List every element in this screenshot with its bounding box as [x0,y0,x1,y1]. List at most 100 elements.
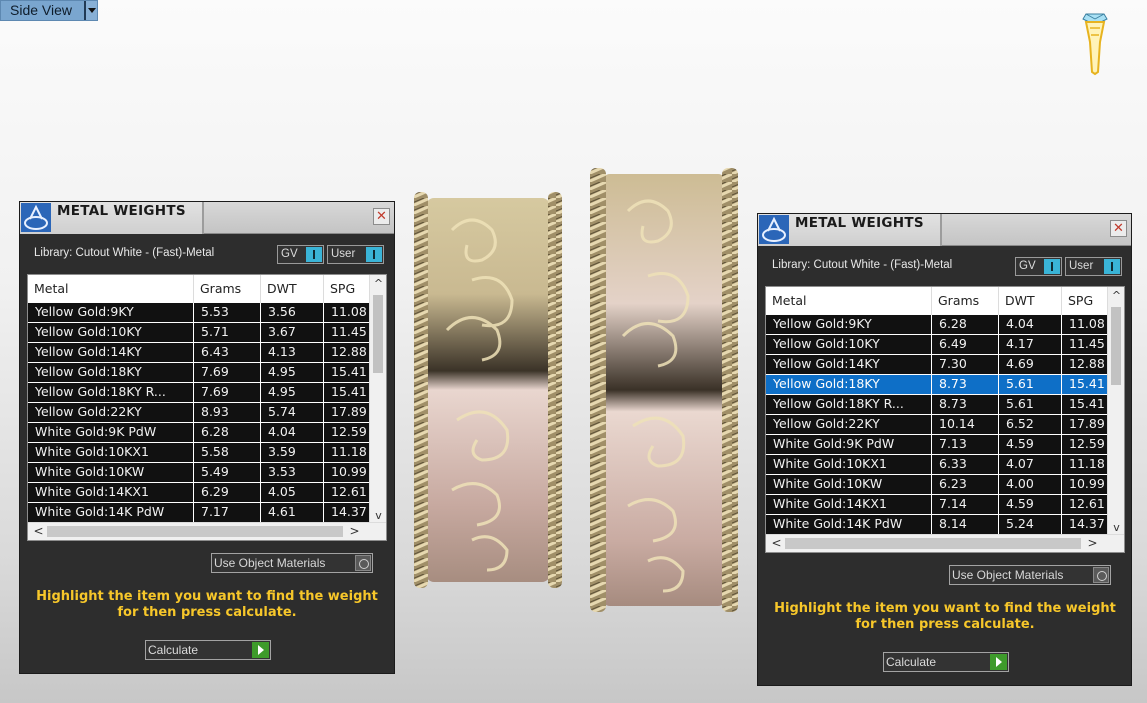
table-row[interactable]: Yellow Gold:10KY 6.49 4.17 11.45 [766,335,1108,355]
cell-grams: 7.13 [932,435,999,454]
cell-spg: 11.18 [324,443,370,462]
table-row[interactable]: Yellow Gold:22KY 8.93 5.74 17.89 [28,403,370,423]
table-row[interactable]: White Gold:10KX1 5.58 3.59 11.18 [28,443,370,463]
table-row[interactable]: Yellow Gold:9KY 6.28 4.04 11.08 [766,315,1108,335]
cell-spg: 12.61 [324,483,370,502]
cell-grams: 6.23 [932,475,999,494]
panel-titlebar[interactable]: METAL WEIGHTS ✕ [20,202,394,234]
horizontal-scrollbar[interactable]: < > [28,522,386,540]
user-toggle-label: User [1069,260,1094,272]
cell-spg: 12.88 [324,343,370,362]
radio-icon[interactable] [355,555,371,571]
table-row[interactable]: White Gold:10KW 6.23 4.00 10.99 [766,475,1108,495]
gv-toggle[interactable]: GV [277,245,324,264]
scroll-left-icon[interactable]: < [768,535,785,552]
gv-toggle[interactable]: GV [1015,257,1062,276]
cell-dwt: 5.61 [999,375,1062,394]
table-row[interactable]: White Gold:14K PdW 7.17 4.61 14.37 [28,503,370,523]
cell-metal: Yellow Gold:18KY R... [28,383,194,402]
scroll-thumb[interactable] [373,295,383,373]
gem-setting-icon[interactable] [1080,8,1110,76]
table-row[interactable]: White Gold:14KX1 7.14 4.59 12.61 [766,495,1108,515]
table-row[interactable]: Yellow Gold:14KY 6.43 4.13 12.88 [28,343,370,363]
user-toggle[interactable]: User [327,245,384,264]
table-row[interactable]: White Gold:10KX1 6.33 4.07 11.18 [766,455,1108,475]
table-row[interactable]: Yellow Gold:14KY 7.30 4.69 12.88 [766,355,1108,375]
table-row[interactable]: White Gold:9K PdW 7.13 4.59 12.59 [766,435,1108,455]
column-header-grams[interactable]: Grams [932,287,999,315]
table-row[interactable]: Yellow Gold:18KY R... 7.69 4.95 15.41 [28,383,370,403]
cell-metal: Yellow Gold:22KY [766,415,932,434]
cell-dwt: 3.56 [261,303,324,322]
cell-grams: 8.93 [194,403,261,422]
column-header-dwt[interactable]: DWT [999,287,1062,315]
table-row[interactable]: Yellow Gold:18KY 7.69 4.95 15.41 [28,363,370,383]
table-row[interactable]: Yellow Gold:9KY 5.53 3.56 11.08 [28,303,370,323]
chevron-down-icon[interactable] [84,1,97,20]
panel-title-tab: METAL WEIGHTS [758,214,942,246]
calculate-label: Calculate [886,655,937,669]
toggle-indicator-icon [366,247,382,262]
panel-titlebar[interactable]: METAL WEIGHTS ✕ [758,214,1131,246]
calculate-button[interactable]: Calculate [145,640,271,660]
scroll-up-icon[interactable]: ^ [370,275,386,292]
table-header: Metal Grams DWT SPG [766,287,1108,315]
user-toggle[interactable]: User [1065,257,1122,276]
close-icon[interactable]: ✕ [1110,220,1127,237]
cell-spg: 15.41 [324,363,370,382]
horizontal-scrollbar[interactable]: < > [766,534,1124,552]
panel-title: METAL WEIGHTS [795,215,924,231]
user-toggle-label: User [331,248,356,260]
table-row[interactable]: White Gold:14KX1 6.29 4.05 12.61 [28,483,370,503]
calculate-button[interactable]: Calculate [883,652,1009,672]
column-header-spg[interactable]: SPG [1062,287,1108,315]
table-row[interactable]: Yellow Gold:18KY R... 8.73 5.61 15.41 [766,395,1108,415]
radio-icon[interactable] [1093,567,1109,583]
table-rows: Yellow Gold:9KY 6.28 4.04 11.08 Yellow Gold:… [766,315,1108,535]
scroll-thumb[interactable] [1111,307,1121,385]
cell-metal: White Gold:10KW [766,475,932,494]
vertical-scrollbar[interactable]: ^ v [369,275,386,524]
gv-toggle-label: GV [281,248,298,260]
cell-dwt: 4.69 [999,355,1062,374]
table-row[interactable]: Yellow Gold:10KY 5.71 3.67 11.45 [28,323,370,343]
scroll-left-icon[interactable]: < [30,523,47,540]
column-header-dwt[interactable]: DWT [261,275,324,303]
cell-metal: Yellow Gold:18KY [766,375,932,394]
scroll-thumb[interactable] [47,526,343,537]
cell-grams: 10.14 [932,415,999,434]
column-header-spg[interactable]: SPG [324,275,370,303]
scroll-right-icon[interactable]: > [1084,535,1101,552]
cell-metal: Yellow Gold:10KY [28,323,194,342]
table-row[interactable]: Yellow Gold:18KY 8.73 5.61 15.41 [766,375,1108,395]
cell-spg: 10.99 [324,463,370,482]
viewport-view-dropdown[interactable]: Side View [0,0,98,21]
table-row[interactable]: White Gold:9K PdW 6.28 4.04 12.59 [28,423,370,443]
use-object-materials-option[interactable]: Use Object Materials [211,553,373,573]
cell-spg: 12.59 [1062,435,1108,454]
metal-weights-table[interactable]: Metal Grams DWT SPG Yellow Gold:9KY 5.53 3… [27,274,387,541]
cell-dwt: 4.59 [999,435,1062,454]
metal-weights-icon [21,203,51,232]
scroll-thumb[interactable] [785,538,1081,549]
table-row[interactable]: White Gold:14K PdW 8.14 5.24 14.37 [766,515,1108,535]
cell-metal: Yellow Gold:22KY [28,403,194,422]
cell-metal: Yellow Gold:14KY [28,343,194,362]
column-header-grams[interactable]: Grams [194,275,261,303]
table-row[interactable]: Yellow Gold:22KY 10.14 6.52 17.89 [766,415,1108,435]
table-row[interactable]: White Gold:10KW 5.49 3.53 10.99 [28,463,370,483]
use-object-materials-option[interactable]: Use Object Materials [949,565,1111,585]
cell-grams: 8.14 [932,515,999,534]
close-icon[interactable]: ✕ [373,208,390,225]
cell-spg: 15.41 [1062,375,1108,394]
column-header-metal[interactable]: Metal [766,287,932,315]
metal-weights-table[interactable]: Metal Grams DWT SPG Yellow Gold:9KY 6.28 4… [765,286,1125,553]
panel-title: METAL WEIGHTS [57,203,186,219]
scroll-up-icon[interactable]: ^ [1108,287,1124,304]
cell-spg: 15.41 [324,383,370,402]
cell-grams: 8.73 [932,395,999,414]
cell-grams: 6.49 [932,335,999,354]
scroll-right-icon[interactable]: > [346,523,363,540]
column-header-metal[interactable]: Metal [28,275,194,303]
vertical-scrollbar[interactable]: ^ v [1107,287,1124,536]
